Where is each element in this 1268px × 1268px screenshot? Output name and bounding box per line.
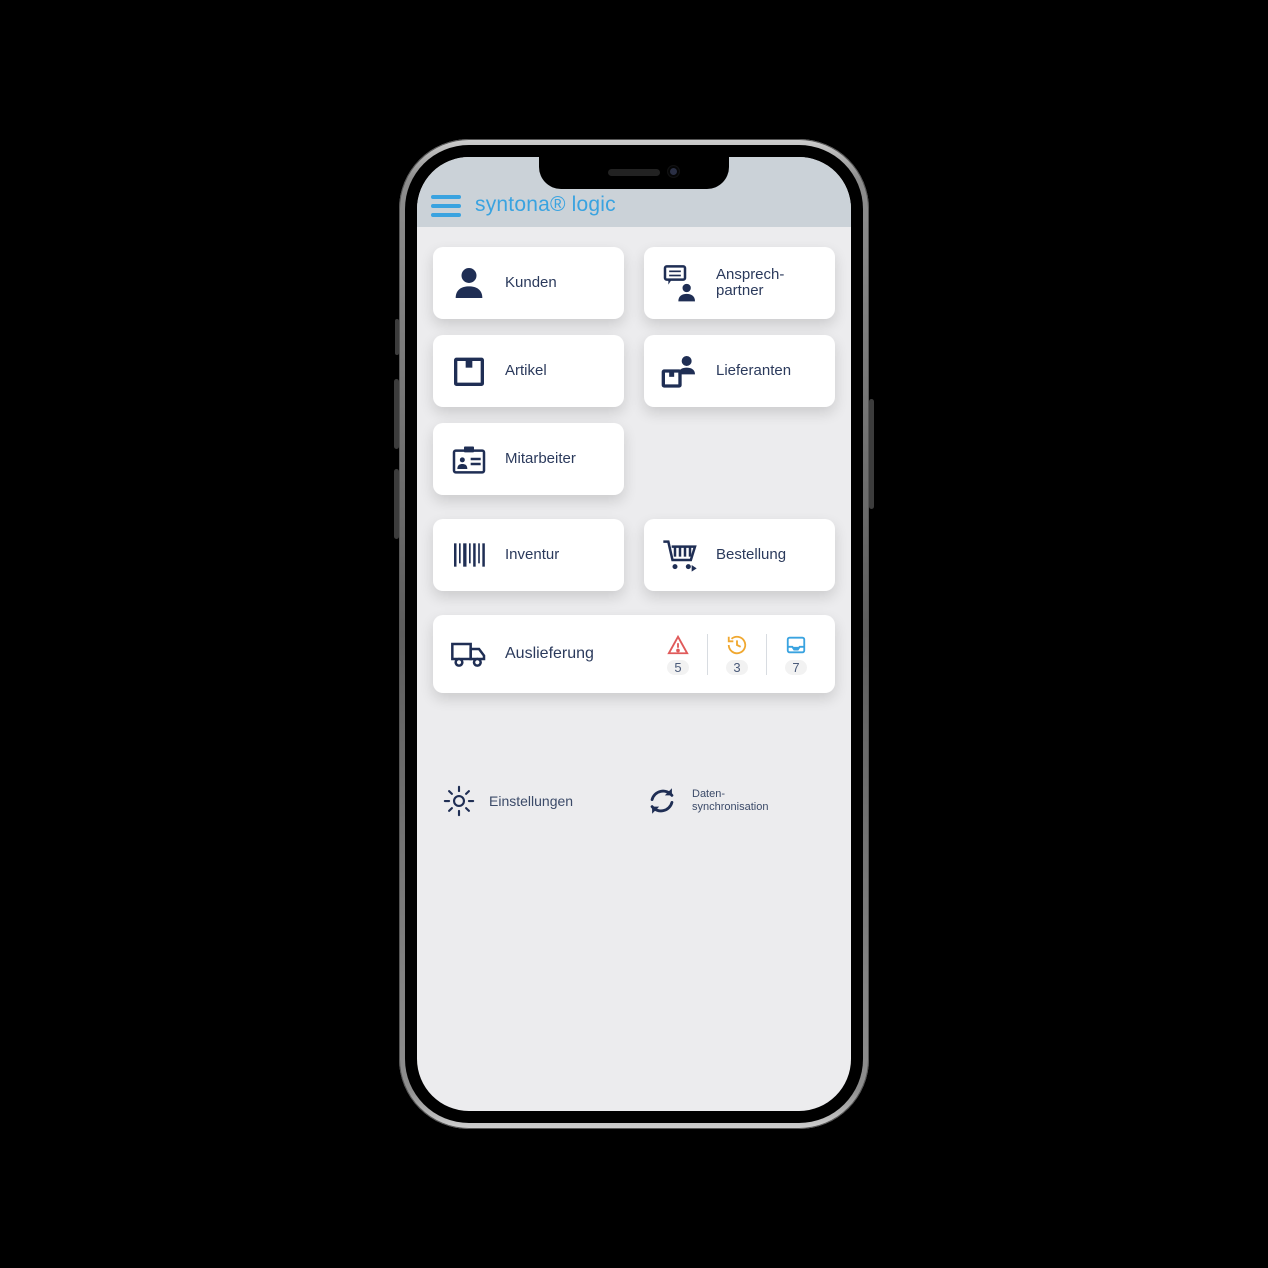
cart-icon xyxy=(656,531,704,579)
warning-icon xyxy=(667,634,689,656)
stat-value: 5 xyxy=(667,660,688,675)
inbox-icon xyxy=(785,634,807,656)
settings-button[interactable]: Einstellungen xyxy=(441,783,624,819)
package-icon xyxy=(445,347,493,395)
tile-label: Artikel xyxy=(505,363,547,380)
delivery-stats: 5 3 7 xyxy=(649,628,825,680)
stat-value: 7 xyxy=(785,660,806,675)
volume-down-button xyxy=(394,469,399,539)
tile-group-master-data: Kunden xyxy=(433,247,835,495)
tile-label: Lieferanten xyxy=(716,363,791,380)
tile-delivery[interactable]: Auslieferung 5 3 xyxy=(433,615,835,693)
phone-notch xyxy=(539,157,729,189)
id-card-icon xyxy=(445,435,493,483)
tile-order[interactable]: Bestellung xyxy=(644,519,835,591)
tile-label: Inventur xyxy=(505,547,559,564)
tile-suppliers[interactable]: Lieferanten xyxy=(644,335,835,407)
tile-label: Ansprech- partner xyxy=(716,267,784,300)
power-button xyxy=(869,399,874,509)
tile-label: Kunden xyxy=(505,275,557,292)
stat-value: 3 xyxy=(726,660,747,675)
tile-inventory[interactable]: Inventur xyxy=(433,519,624,591)
volume-up-button xyxy=(394,379,399,449)
history-icon xyxy=(726,634,748,656)
app-title: syntona® logic xyxy=(475,193,616,217)
stat-inbox[interactable]: 7 xyxy=(766,634,825,675)
tile-group-operations: Inventur Bestellung xyxy=(433,519,835,591)
tile-label: Bestellung xyxy=(716,547,786,564)
app-screen: syntona® logic Kunden xyxy=(417,157,851,1111)
tile-label: Mitarbeiter xyxy=(505,451,576,468)
truck-icon xyxy=(445,630,493,678)
phone-frame: syntona® logic Kunden xyxy=(399,139,869,1129)
person-icon xyxy=(445,259,493,307)
tile-label: Auslieferung xyxy=(505,645,594,663)
sync-icon xyxy=(644,783,680,819)
tile-customers[interactable]: Kunden xyxy=(433,247,624,319)
gear-icon xyxy=(441,783,477,819)
tile-employees[interactable]: Mitarbeiter xyxy=(433,423,624,495)
sync-button[interactable]: Daten-synchronisation xyxy=(644,783,827,819)
settings-label: Einstellungen xyxy=(489,793,573,809)
sync-label: Daten-synchronisation xyxy=(692,788,768,813)
footer-row: Einstellungen xyxy=(433,783,835,819)
tile-articles[interactable]: Artikel xyxy=(433,335,624,407)
stat-warning[interactable]: 5 xyxy=(649,634,707,675)
stat-pending[interactable]: 3 xyxy=(707,634,766,675)
menu-icon[interactable] xyxy=(431,195,461,217)
mute-switch xyxy=(395,319,399,355)
tile-contacts[interactable]: Ansprech- partner xyxy=(644,247,835,319)
chat-person-icon xyxy=(656,259,704,307)
supplier-icon xyxy=(656,347,704,395)
barcode-icon xyxy=(445,531,493,579)
